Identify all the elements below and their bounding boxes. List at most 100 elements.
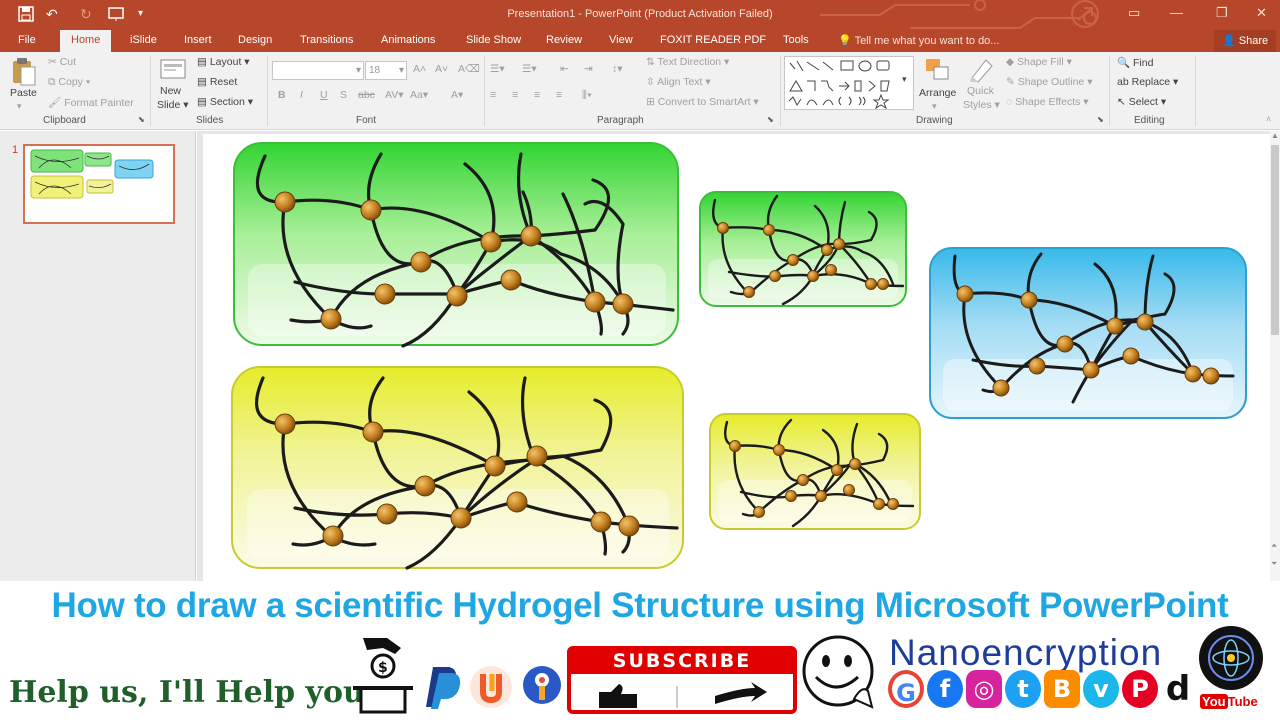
line-spacing-icon[interactable]: ↕▾: [612, 63, 623, 75]
reset-button[interactable]: ▤ Reset: [197, 76, 237, 88]
decrease-indent-icon[interactable]: ⇤: [560, 63, 569, 75]
tab-design[interactable]: Design: [238, 34, 272, 46]
numbering-icon[interactable]: ☰▾: [522, 63, 537, 75]
channel-logo-icon: [1199, 626, 1263, 690]
section-button[interactable]: ▤ Section ▾: [197, 96, 253, 108]
share-button[interactable]: 👤 Share: [1214, 30, 1277, 52]
slide-thumbnail[interactable]: [23, 144, 175, 224]
quick-styles-button[interactable]: Quick: [967, 85, 994, 97]
clipboard-launcher-icon[interactable]: ⬊: [138, 115, 145, 124]
shapes-more-icon[interactable]: ▾: [902, 74, 907, 85]
decrease-font-icon[interactable]: A˅: [435, 63, 448, 75]
next-slide-icon[interactable]: ⏷: [1271, 559, 1277, 569]
slide-canvas[interactable]: [203, 134, 1270, 581]
shape-effects-button[interactable]: ◌ Shape Effects ▾: [1006, 96, 1089, 108]
align-text-button[interactable]: ⇳ Align Text ▾: [646, 76, 711, 88]
font-family-select[interactable]: ▾: [272, 61, 364, 80]
arrange-button[interactable]: Arrange: [919, 87, 956, 99]
editing-group-label: Editing: [1134, 115, 1165, 126]
ribbon-display-icon[interactable]: ▭: [1128, 5, 1140, 21]
tab-review[interactable]: Review: [546, 34, 582, 46]
paste-dropdown-icon[interactable]: ▾: [17, 101, 22, 112]
tab-foxit-reader-pdf[interactable]: FOXIT READER PDF: [660, 34, 766, 46]
arrange-dropdown-icon[interactable]: ▾: [932, 101, 937, 112]
font-color-icon[interactable]: A▾: [451, 89, 463, 101]
subscribe-button[interactable]: SUBSCRIBE: [567, 646, 797, 714]
change-case-icon[interactable]: Aa▾: [410, 89, 428, 101]
convert-smartart-button[interactable]: ⊞ Convert to SmartArt ▾: [646, 96, 759, 108]
tab-insert[interactable]: Insert: [184, 34, 212, 46]
clear-formatting-icon[interactable]: A⌫: [458, 63, 480, 75]
tab-home[interactable]: Home: [60, 30, 112, 52]
hydrogel-box-yellow-large: [231, 366, 684, 570]
replace-button[interactable]: ab Replace ▾: [1117, 76, 1178, 88]
quick-styles-label[interactable]: Styles ▾: [963, 99, 1000, 111]
brand-name: Nanoencryption: [889, 632, 1163, 673]
shape-outline-button[interactable]: ✎ Shape Outline ▾: [1006, 76, 1092, 88]
strikethrough-icon[interactable]: abc: [358, 89, 375, 101]
find-button[interactable]: 🔍 Find: [1117, 56, 1153, 69]
close-icon[interactable]: ✕: [1256, 5, 1267, 21]
format-painter-button[interactable]: 🖌 Format Painter: [48, 96, 134, 109]
arrange-icon[interactable]: [924, 57, 952, 85]
paste-icon[interactable]: [11, 57, 37, 87]
copy-button[interactable]: ⧉ Copy ▾: [48, 76, 90, 89]
tell-me-search[interactable]: 💡 Tell me what you want to do...: [838, 34, 999, 47]
circuit-decoration-icon: [820, 0, 1099, 29]
text-direction-button[interactable]: ⇅ Text Direction ▾: [646, 56, 729, 68]
select-button[interactable]: ↖ Select ▾: [1117, 96, 1166, 108]
character-spacing-icon[interactable]: AV▾: [385, 89, 404, 101]
align-center-icon[interactable]: ≡: [512, 89, 518, 101]
youtube-logo-tube: Tube: [1227, 694, 1258, 709]
scroll-up-icon[interactable]: ▲: [1271, 131, 1279, 140]
tab-slide-show[interactable]: Slide Show: [466, 34, 521, 46]
tab-animations[interactable]: Animations: [381, 34, 435, 46]
vertical-scrollbar[interactable]: ▲ ⏶ ⏷: [1270, 131, 1280, 581]
new-slide-icon[interactable]: [158, 56, 188, 82]
shapes-icon: [788, 60, 890, 110]
hydrogel-box-yellow-small: [709, 413, 921, 530]
columns-icon[interactable]: ⫼▾: [582, 89, 592, 102]
shadow-icon[interactable]: S: [340, 89, 347, 101]
justify-icon[interactable]: ≡: [556, 89, 562, 101]
underline-icon[interactable]: U: [320, 89, 328, 101]
increase-font-icon[interactable]: A˄: [413, 63, 426, 75]
google-icon: G: [888, 670, 924, 708]
slides-group-label: Slides: [196, 115, 224, 126]
font-size-select[interactable]: 18 ▾: [365, 61, 407, 80]
layout-button[interactable]: ▤ Layout ▾: [197, 56, 250, 68]
tab-transitions[interactable]: Transitions: [300, 34, 353, 46]
lightbulb-icon: 💡: [838, 35, 852, 47]
paste-button[interactable]: Paste: [10, 87, 37, 99]
cut-button[interactable]: ✂ Cut: [48, 56, 76, 68]
bold-icon[interactable]: B: [278, 89, 286, 101]
quick-styles-icon[interactable]: [968, 56, 998, 84]
italic-icon[interactable]: I: [300, 89, 303, 101]
tab-file[interactable]: File: [18, 34, 36, 46]
scroll-thumb[interactable]: [1271, 145, 1279, 335]
align-left-icon[interactable]: ≡: [490, 89, 496, 101]
shapes-gallery[interactable]: [784, 56, 914, 110]
slide-thumbnail-pane: 1: [0, 131, 196, 581]
svg-text:$: $: [378, 660, 388, 676]
maximize-icon[interactable]: ❐: [1216, 5, 1228, 21]
increase-indent-icon[interactable]: ⇥: [584, 63, 593, 75]
align-right-icon[interactable]: ≡: [534, 89, 540, 101]
bullets-icon[interactable]: ☰▾: [490, 63, 505, 75]
drawing-launcher-icon[interactable]: ⬊: [1097, 115, 1104, 124]
tab-islide[interactable]: iSlide: [130, 34, 157, 46]
tab-view[interactable]: View: [609, 34, 633, 46]
shape-fill-button[interactable]: ◆ Shape Fill ▾: [1006, 56, 1072, 68]
tab-tools[interactable]: Tools: [783, 34, 809, 46]
collapse-ribbon-icon[interactable]: ˄: [1266, 114, 1271, 124]
new-slide-button[interactable]: New: [160, 85, 181, 97]
pinterest-icon: P: [1122, 670, 1158, 708]
youtube-logo-you: You: [1200, 694, 1228, 709]
new-slide-label[interactable]: Slide ▾: [157, 99, 189, 111]
previous-slide-icon[interactable]: ⏶: [1271, 541, 1277, 551]
minimize-icon[interactable]: —: [1170, 5, 1183, 20]
hydrogel-box-green-small: [699, 191, 907, 307]
slide-editing-area: [197, 131, 1270, 581]
video-title-caption: How to draw a scientific Hydrogel Struct…: [51, 586, 1229, 625]
paragraph-launcher-icon[interactable]: ⬊: [767, 115, 774, 124]
